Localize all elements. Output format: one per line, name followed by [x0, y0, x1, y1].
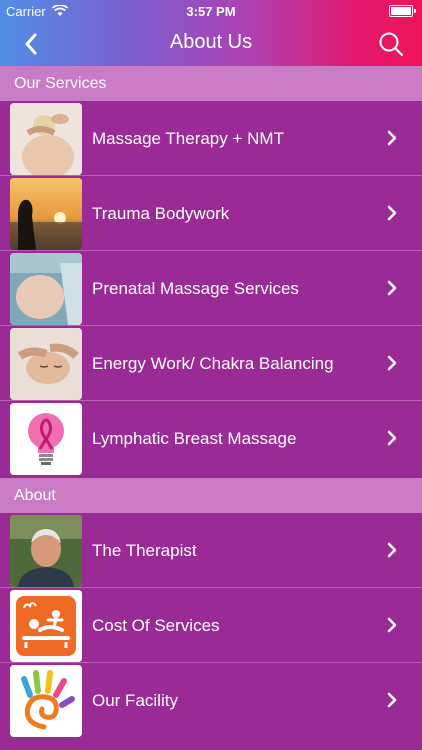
list-item-label: The Therapist — [92, 541, 197, 560]
list-item-trauma-bodywork[interactable]: Trauma Bodywork — [0, 176, 422, 251]
massage-table-icon — [10, 590, 82, 662]
sunset-silhouette-photo — [10, 178, 82, 250]
navigation-bar: About Us — [0, 22, 422, 66]
list-item-label: Our Facility — [92, 691, 178, 710]
spiral-hand-logo — [10, 665, 82, 737]
list-item-label: Prenatal Massage Services — [92, 279, 299, 298]
chevron-right-icon — [387, 205, 397, 221]
list-item-label: Lymphatic Breast Massage — [92, 429, 297, 448]
chevron-right-icon — [387, 280, 397, 296]
face-massage-photo — [10, 328, 82, 400]
list-item-prenatal-massage[interactable]: Prenatal Massage Services — [0, 251, 422, 326]
clock: 3:57 PM — [186, 4, 236, 19]
list-item-massage-therapy[interactable]: Massage Therapy + NMT — [0, 101, 422, 176]
section-header-our-services: Our Services — [0, 66, 422, 101]
search-icon[interactable] — [378, 31, 404, 57]
chevron-right-icon — [387, 692, 397, 708]
list-item-energy-work[interactable]: Energy Work/ Chakra Balancing — [0, 326, 422, 401]
chevron-right-icon — [387, 130, 397, 146]
list-item-label: Energy Work/ Chakra Balancing — [92, 354, 334, 373]
list-item-cost-of-services[interactable]: Cost Of Services — [0, 588, 422, 663]
battery-icon — [389, 5, 416, 17]
massage-photo — [10, 103, 82, 175]
pink-ribbon-bulb-icon — [10, 403, 82, 475]
chevron-right-icon — [387, 542, 397, 558]
list-item-the-therapist[interactable]: The Therapist — [0, 513, 422, 588]
therapist-portrait-photo — [10, 515, 82, 587]
pregnant-belly-photo — [10, 253, 82, 325]
list-item-lymphatic-breast-massage[interactable]: Lymphatic Breast Massage — [0, 401, 422, 476]
section-header-about: About — [0, 478, 422, 513]
chevron-right-icon — [387, 430, 397, 446]
page-title: About Us — [169, 31, 253, 53]
top-bar: Carrier 3:57 PM About Us — [0, 0, 422, 66]
list-item-label: Cost Of Services — [92, 616, 220, 635]
chevron-right-icon — [387, 617, 397, 633]
chevron-right-icon — [387, 355, 397, 371]
list-item-label: Trauma Bodywork — [92, 204, 230, 223]
list-item-our-facility[interactable]: Our Facility — [0, 663, 422, 738]
status-bar: Carrier 3:57 PM — [0, 0, 422, 22]
list-item-label: Massage Therapy + NMT — [92, 129, 284, 148]
